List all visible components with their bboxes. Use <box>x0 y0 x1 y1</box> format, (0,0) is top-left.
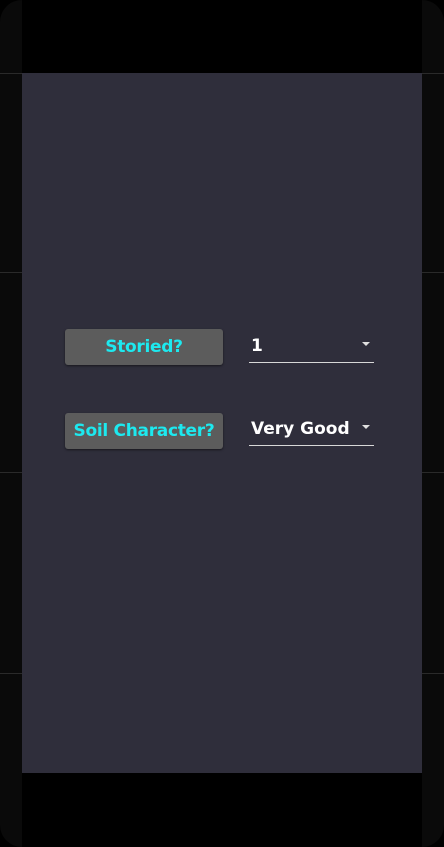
soil-character-dropdown[interactable]: Very Good <box>249 412 374 446</box>
caret-down-icon <box>362 342 370 346</box>
caret-down-icon <box>362 425 370 429</box>
bezel-divider <box>0 472 22 473</box>
soil-character-label: Soil Character? <box>65 413 223 449</box>
soil-character-selected-value: Very Good <box>251 418 350 439</box>
device-frame: Storied? 1 Soil Character? Very Good <box>0 0 444 847</box>
top-bar <box>22 0 422 73</box>
app-screen: Storied? 1 Soil Character? Very Good <box>22 73 422 773</box>
bezel-divider <box>422 472 444 473</box>
bezel-divider <box>0 73 22 74</box>
storied-selected-value: 1 <box>251 335 263 356</box>
storied-label: Storied? <box>65 329 223 365</box>
bezel-divider <box>422 73 444 74</box>
bezel-divider <box>0 673 22 674</box>
storied-dropdown[interactable]: 1 <box>249 329 374 363</box>
bezel-divider <box>422 272 444 273</box>
bottom-bar <box>22 773 422 847</box>
soil-character-label-text: Soil Character? <box>73 421 215 441</box>
bezel-divider <box>422 673 444 674</box>
storied-label-text: Storied? <box>105 337 183 357</box>
bezel-divider <box>0 272 22 273</box>
